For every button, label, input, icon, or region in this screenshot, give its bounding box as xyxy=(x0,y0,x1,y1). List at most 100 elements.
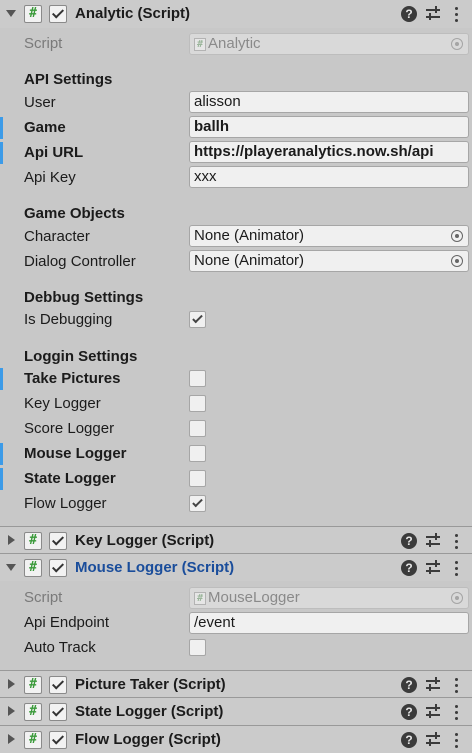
presets-icon[interactable] xyxy=(426,732,442,748)
component-header-analytic[interactable]: # Analytic (Script) ? xyxy=(0,0,472,28)
is-debugging-label: Is Debugging xyxy=(24,311,113,328)
script-label: Script xyxy=(24,35,63,52)
help-icon[interactable]: ? xyxy=(401,677,417,693)
key-logger-label: Key Logger xyxy=(24,395,101,412)
foldout-collapsed-icon[interactable] xyxy=(8,734,15,744)
foldout-collapsed-icon[interactable] xyxy=(8,679,15,689)
section-api-settings: API Settings xyxy=(24,71,113,88)
script-reference-value: MouseLogger xyxy=(208,589,300,606)
kebab-menu-icon[interactable] xyxy=(452,533,462,549)
help-icon[interactable]: ? xyxy=(401,704,417,720)
key-logger-checkbox[interactable] xyxy=(189,395,206,412)
foldout-collapsed-icon[interactable] xyxy=(8,706,15,716)
help-icon[interactable]: ? xyxy=(401,732,417,748)
component-header-mouse-logger[interactable]: # Mouse Logger (Script) ? xyxy=(0,553,472,581)
object-picker-icon[interactable] xyxy=(451,230,463,242)
api-key-field[interactable]: xxx xyxy=(189,166,469,188)
presets-icon[interactable] xyxy=(426,677,442,693)
dialog-controller-label: Dialog Controller xyxy=(24,253,136,270)
api-key-label: Api Key xyxy=(24,169,76,186)
foldout-collapsed-icon[interactable] xyxy=(8,535,15,545)
character-value: None (Animator) xyxy=(194,227,305,244)
script-icon: # xyxy=(24,532,42,550)
component-title: Mouse Logger (Script) xyxy=(75,559,235,576)
foldout-expanded-icon[interactable] xyxy=(6,564,16,571)
game-field[interactable]: ballh xyxy=(189,116,469,138)
modified-indicator xyxy=(0,468,3,490)
section-loggin-settings: Loggin Settings xyxy=(24,348,138,365)
component-enable-checkbox[interactable] xyxy=(49,731,67,749)
kebab-menu-icon[interactable] xyxy=(452,560,462,576)
state-logger-checkbox[interactable] xyxy=(189,470,206,487)
presets-icon[interactable] xyxy=(426,6,442,22)
user-field[interactable]: alisson xyxy=(189,91,469,113)
flow-logger-label: Flow Logger xyxy=(24,495,107,512)
component-enable-checkbox[interactable] xyxy=(49,559,67,577)
inspector-panel: # Analytic (Script) ? Script # Analytic … xyxy=(0,0,472,753)
script-reference-field: # Analytic xyxy=(189,33,469,55)
auto-track-checkbox[interactable] xyxy=(189,639,206,656)
script-icon: # xyxy=(194,38,206,51)
object-picker-icon[interactable] xyxy=(451,255,463,267)
script-icon: # xyxy=(24,559,42,577)
script-icon: # xyxy=(24,703,42,721)
kebab-menu-icon[interactable] xyxy=(452,704,462,720)
take-pictures-checkbox[interactable] xyxy=(189,370,206,387)
is-debugging-checkbox[interactable] xyxy=(189,311,206,328)
component-header-flow-logger[interactable]: # Flow Logger (Script) ? xyxy=(0,725,472,753)
score-logger-label: Score Logger xyxy=(24,420,115,437)
script-icon: # xyxy=(24,5,42,23)
user-label: User xyxy=(24,94,56,111)
api-endpoint-field[interactable]: /event xyxy=(189,612,469,634)
api-url-field[interactable]: https://playeranalytics.now.sh/api xyxy=(189,141,469,163)
mouse-logger-label: Mouse Logger xyxy=(24,445,127,462)
component-header-state-logger[interactable]: # State Logger (Script) ? xyxy=(0,697,472,725)
modified-indicator xyxy=(0,117,3,139)
component-enable-checkbox[interactable] xyxy=(49,676,67,694)
section-game-objects: Game Objects xyxy=(24,205,125,222)
character-field[interactable]: None (Animator) xyxy=(189,225,469,247)
auto-track-label: Auto Track xyxy=(24,639,96,656)
help-icon[interactable]: ? xyxy=(401,6,417,22)
section-debug-settings: Debbug Settings xyxy=(24,289,144,306)
presets-icon[interactable] xyxy=(426,533,442,549)
kebab-menu-icon[interactable] xyxy=(452,732,462,748)
presets-icon[interactable] xyxy=(426,704,442,720)
component-enable-checkbox[interactable] xyxy=(49,532,67,550)
api-url-label: Api URL xyxy=(24,144,84,161)
component-enable-checkbox[interactable] xyxy=(49,703,67,721)
script-icon: # xyxy=(24,676,42,694)
component-enable-checkbox[interactable] xyxy=(49,5,67,23)
help-icon[interactable]: ? xyxy=(401,560,417,576)
api-endpoint-label: Api Endpoint xyxy=(24,614,110,631)
script-icon: # xyxy=(194,592,206,605)
object-picker-icon xyxy=(451,38,463,50)
mouse-logger-checkbox[interactable] xyxy=(189,445,206,462)
modified-indicator xyxy=(0,368,3,390)
state-logger-label: State Logger xyxy=(24,470,116,487)
component-title: Analytic (Script) xyxy=(75,5,191,22)
dialog-controller-value: None (Animator) xyxy=(194,252,305,269)
script-reference-field: # MouseLogger xyxy=(189,587,469,609)
kebab-menu-icon[interactable] xyxy=(452,677,462,693)
modified-indicator xyxy=(0,142,3,164)
kebab-menu-icon[interactable] xyxy=(452,6,462,22)
script-reference-value: Analytic xyxy=(208,35,261,52)
presets-icon[interactable] xyxy=(426,560,442,576)
script-label: Script xyxy=(24,589,63,606)
component-header-picture-taker[interactable]: # Picture Taker (Script) ? xyxy=(0,670,472,698)
component-title: Picture Taker (Script) xyxy=(75,676,226,693)
component-title: State Logger (Script) xyxy=(75,703,224,720)
flow-logger-checkbox[interactable] xyxy=(189,495,206,512)
object-picker-icon xyxy=(451,592,463,604)
component-title: Flow Logger (Script) xyxy=(75,731,221,748)
score-logger-checkbox[interactable] xyxy=(189,420,206,437)
component-header-key-logger[interactable]: # Key Logger (Script) ? xyxy=(0,526,472,554)
dialog-controller-field[interactable]: None (Animator) xyxy=(189,250,469,272)
character-label: Character xyxy=(24,228,90,245)
help-icon[interactable]: ? xyxy=(401,533,417,549)
modified-indicator xyxy=(0,443,3,465)
component-title: Key Logger (Script) xyxy=(75,532,215,549)
foldout-expanded-icon[interactable] xyxy=(6,10,16,17)
game-label: Game xyxy=(24,119,66,136)
